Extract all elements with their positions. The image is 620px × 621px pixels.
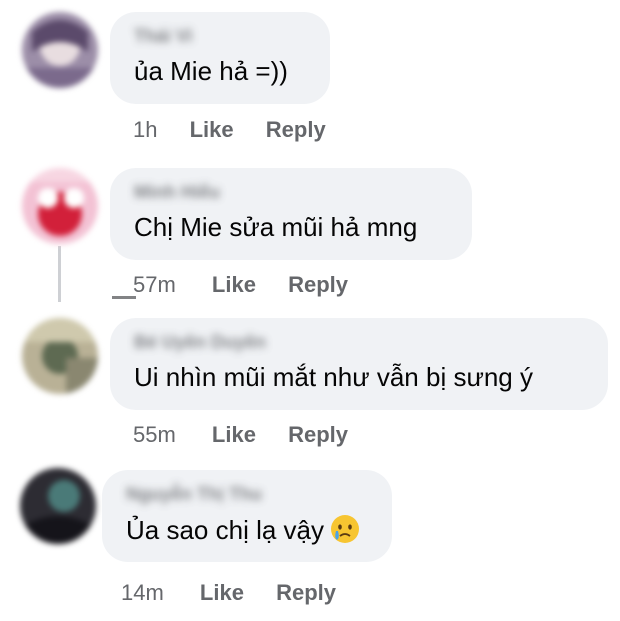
comment-meta: 57m Like Reply	[133, 272, 348, 298]
avatar[interactable]	[22, 318, 98, 394]
comment-time[interactable]: 55m	[133, 422, 176, 447]
avatar[interactable]	[22, 12, 98, 88]
comment-text: Ui nhìn mũi mắt như vẫn bị sưng ý	[134, 362, 533, 392]
comment-text: ủa Mie hả =))	[134, 56, 288, 86]
comment-author[interactable]: Nguyễn Thị Thu	[126, 484, 262, 505]
avatar[interactable]	[22, 168, 98, 244]
reply-button[interactable]: Reply	[288, 422, 348, 447]
like-button[interactable]: Like	[212, 422, 256, 447]
thread-line	[58, 246, 61, 302]
comment-time[interactable]: 14m	[121, 580, 164, 605]
comment-time[interactable]: 57m	[133, 272, 176, 297]
like-button[interactable]: Like	[190, 117, 234, 142]
comment-text: Chị Mie sửa mũi hả mng	[134, 212, 418, 242]
crying-face-emoji-icon	[330, 515, 359, 543]
avatar[interactable]	[20, 468, 96, 544]
comment-author[interactable]: Thái Vi	[134, 26, 193, 47]
comment-text-content: Ủa sao chị lạ vậy	[126, 515, 324, 545]
like-button[interactable]: Like	[212, 272, 256, 297]
comment-bubble: Bé Uyên Duyên Ui nhìn mũi mắt như vẫn bị…	[110, 318, 608, 410]
comment-time[interactable]: 1h	[133, 117, 157, 142]
comment-bubble: Minh Hiếu Chị Mie sửa mũi hả mng	[110, 168, 472, 260]
like-button[interactable]: Like	[200, 580, 244, 605]
comment-meta: 55m Like Reply	[133, 422, 348, 448]
reply-button[interactable]: Reply	[276, 580, 336, 605]
comment-author[interactable]: Minh Hiếu	[134, 182, 220, 203]
comment-bubble: Nguyễn Thị Thu Ủa sao chị lạ vậy	[102, 470, 392, 562]
comment-meta: 14m Like Reply	[121, 580, 336, 606]
comment-text: Ủa sao chị lạ vậy	[126, 514, 360, 546]
comment-bubble: Thái Vi ủa Mie hả =))	[110, 12, 330, 104]
reply-button[interactable]: Reply	[288, 272, 348, 297]
comment-author[interactable]: Bé Uyên Duyên	[134, 332, 266, 353]
reply-button[interactable]: Reply	[266, 117, 326, 142]
comment-meta: 1h Like Reply	[133, 117, 326, 143]
